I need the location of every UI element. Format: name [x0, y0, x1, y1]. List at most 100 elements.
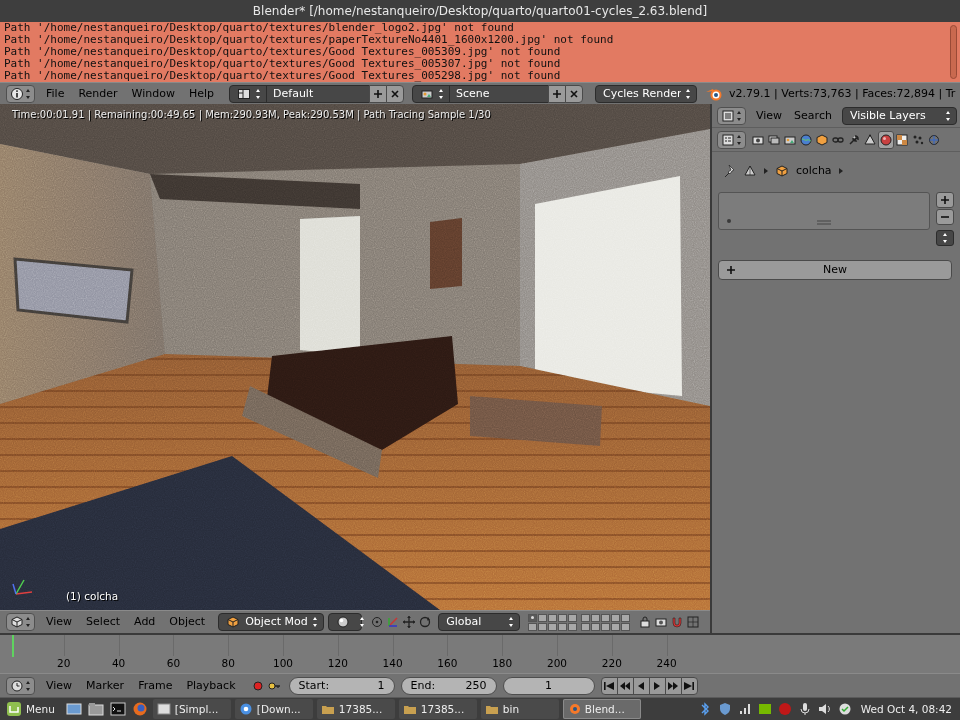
play-icon[interactable] [649, 677, 666, 695]
search-menu[interactable]: Search [788, 109, 838, 122]
network-icon[interactable] [737, 701, 753, 717]
record-icon[interactable] [251, 679, 267, 693]
file-menu[interactable]: File [39, 87, 71, 100]
translate-icon[interactable] [402, 615, 418, 629]
layer-button[interactable] [621, 614, 630, 622]
properties-tab[interactable] [750, 131, 766, 149]
add-slot-icon[interactable] [936, 192, 954, 208]
layer-button[interactable] [548, 614, 557, 622]
properties-tab[interactable] [798, 131, 814, 149]
keying-icon[interactable] [267, 679, 283, 693]
properties-tab[interactable] [782, 131, 798, 149]
info-scrollbar[interactable] [946, 22, 960, 82]
layer-button[interactable] [581, 623, 590, 631]
add-menu[interactable]: Add [127, 615, 162, 628]
editor-type-button[interactable] [6, 677, 35, 695]
properties-tab[interactable] [894, 131, 910, 149]
show-desktop-icon[interactable] [65, 701, 83, 717]
layer-button[interactable] [611, 623, 620, 631]
play-reverse-icon[interactable] [633, 677, 650, 695]
shading-dropdown[interactable] [328, 613, 362, 631]
taskbar-window-button[interactable]: 17385... [399, 699, 477, 719]
select-menu[interactable]: Select [79, 615, 127, 628]
editor-type-button[interactable] [717, 131, 746, 149]
taskbar-window-button[interactable]: bin [481, 699, 559, 719]
lock-icon[interactable] [638, 615, 654, 629]
snap-icon[interactable] [670, 615, 686, 629]
frame-menu[interactable]: Frame [131, 679, 179, 692]
object-menu[interactable]: Object [162, 615, 212, 628]
taskbar-window-button[interactable]: [Simpl... [153, 699, 231, 719]
jump-start-icon[interactable] [601, 677, 618, 695]
snap-element-icon[interactable] [686, 615, 702, 629]
layer-button[interactable] [601, 614, 610, 622]
render-preview-icon[interactable] [654, 615, 670, 629]
taskbar-window-button[interactable]: [Down... [235, 699, 313, 719]
properties-tab[interactable] [878, 131, 894, 149]
layout-name-field[interactable]: Default [266, 85, 370, 103]
microphone-icon[interactable] [797, 701, 813, 717]
properties-tab[interactable] [830, 131, 846, 149]
resize-grip-icon[interactable] [817, 220, 831, 225]
pivot-point-icon[interactable] [370, 615, 386, 629]
layout-browse-button[interactable] [229, 85, 267, 103]
prev-keyframe-icon[interactable] [617, 677, 634, 695]
properties-tab[interactable] [910, 131, 926, 149]
remove-slot-icon[interactable] [936, 209, 954, 225]
properties-tab[interactable] [862, 131, 878, 149]
editor-type-button[interactable] [6, 85, 35, 103]
start-frame-field[interactable]: Start:1 [289, 677, 395, 695]
render-menu[interactable]: Render [71, 87, 124, 100]
display-filter-dropdown[interactable]: Visible Layers [842, 107, 957, 125]
3d-viewport[interactable]: Time:00:01.91 | Remaining:00:49.65 | Mem… [0, 104, 710, 610]
layer-button[interactable] [611, 614, 620, 622]
layer-button[interactable] [558, 623, 567, 631]
files-icon[interactable] [87, 701, 105, 717]
layer-button[interactable] [591, 623, 600, 631]
layer-button[interactable] [558, 614, 567, 622]
scroll-thumb[interactable] [950, 25, 957, 79]
update-icon[interactable] [837, 701, 853, 717]
nvidia-icon[interactable] [757, 701, 773, 717]
view-menu[interactable]: View [39, 615, 79, 628]
playback-menu[interactable]: Playback [179, 679, 242, 692]
marker-menu[interactable]: Marker [79, 679, 131, 692]
layer-button[interactable] [591, 614, 600, 622]
editor-type-button[interactable] [717, 107, 746, 125]
manipulator-icon[interactable] [386, 615, 402, 629]
next-keyframe-icon[interactable] [665, 677, 682, 695]
current-frame-cursor[interactable] [12, 635, 14, 657]
volume-icon[interactable] [817, 701, 833, 717]
new-material-button[interactable]: New [718, 260, 952, 280]
jump-end-icon[interactable] [681, 677, 698, 695]
editor-type-button[interactable] [6, 613, 35, 631]
render-engine-dropdown[interactable]: Cycles Render [595, 85, 697, 103]
slot-specials-button[interactable] [936, 230, 954, 246]
scene-name-field[interactable]: Scene [449, 85, 549, 103]
shield-icon[interactable] [717, 701, 733, 717]
clock[interactable]: Wed Oct 4, 08:42 [857, 703, 956, 716]
firefox-icon[interactable] [131, 701, 149, 717]
layer-button[interactable] [581, 614, 590, 622]
layer-button[interactable] [568, 623, 577, 631]
properties-tab[interactable] [926, 131, 942, 149]
view-menu[interactable]: View [750, 109, 788, 122]
properties-tab[interactable] [766, 131, 782, 149]
rotate-icon[interactable] [418, 615, 434, 629]
view-menu[interactable]: View [39, 679, 79, 692]
layer-button[interactable] [538, 623, 547, 631]
timeline[interactable]: 20406080100120140160180200220240 [0, 633, 960, 673]
add-icon[interactable] [369, 85, 387, 103]
layer-button[interactable] [548, 623, 557, 631]
mode-dropdown[interactable]: Object Mode [218, 613, 324, 631]
start-menu-button[interactable]: Menu [4, 701, 61, 717]
properties-tab[interactable] [846, 131, 862, 149]
bluetooth-icon[interactable] [697, 701, 713, 717]
close-icon[interactable] [565, 85, 583, 103]
material-slot-list[interactable] [718, 192, 930, 230]
layer-button[interactable] [621, 623, 630, 631]
layer-button[interactable] [601, 623, 610, 631]
taskbar-window-button[interactable]: 17385... [317, 699, 395, 719]
taskbar-window-button[interactable]: Blend... [563, 699, 641, 719]
add-icon[interactable] [548, 85, 566, 103]
